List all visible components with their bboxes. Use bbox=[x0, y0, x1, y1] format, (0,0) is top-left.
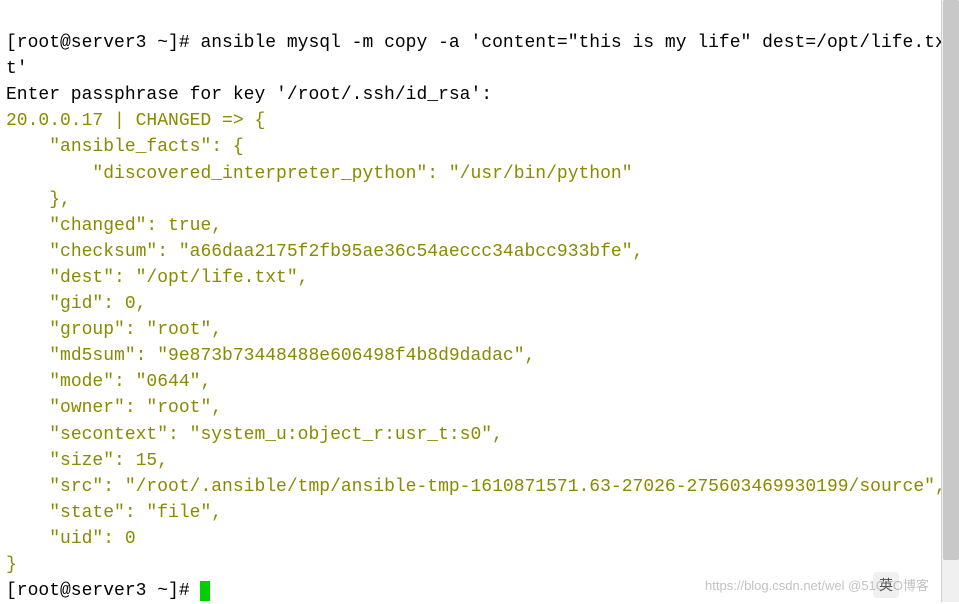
passphrase-prompt: Enter passphrase for key '/root/.ssh/id_… bbox=[6, 85, 492, 105]
output-line: "changed": true, bbox=[6, 216, 222, 236]
output-line: "src": "/root/.ansible/tmp/ansible-tmp-1… bbox=[6, 477, 946, 497]
output-line: "mode": "0644", bbox=[6, 372, 211, 392]
output-line: "ansible_facts": { bbox=[6, 137, 244, 157]
output-line: "state": "file", bbox=[6, 503, 222, 523]
close-brace: } bbox=[6, 555, 17, 575]
output-line: "md5sum": "9e873b73448488e606498f4b8d9da… bbox=[6, 346, 535, 366]
shell-prompt: [root@server3 ~]# bbox=[6, 33, 200, 53]
scrollbar[interactable] bbox=[941, 0, 959, 602]
output-line: "secontext": "system_u:object_r:usr_t:s0… bbox=[6, 425, 503, 445]
output-line: "group": "root", bbox=[6, 320, 222, 340]
output-line: "checksum": "a66daa2175f2fb95ae36c54aecc… bbox=[6, 242, 643, 262]
shell-prompt: [root@server3 ~]# bbox=[6, 581, 200, 601]
scroll-thumb[interactable] bbox=[943, 0, 959, 560]
output-line: "owner": "root", bbox=[6, 398, 222, 418]
output-line: "discovered_interpreter_python": "/usr/b… bbox=[6, 164, 633, 184]
cursor bbox=[200, 581, 210, 601]
output-line: }, bbox=[6, 190, 71, 210]
output-line: "uid": 0 bbox=[6, 529, 136, 549]
watermark-text: https://blog.csdn.net/wel @51CTO博客 bbox=[705, 577, 929, 596]
status-header: 20.0.0.17 | CHANGED => { bbox=[6, 111, 265, 131]
terminal-output[interactable]: [root@server3 ~]# ansible mysql -m copy … bbox=[6, 4, 953, 604]
output-line: "gid": 0, bbox=[6, 294, 146, 314]
output-line: "dest": "/opt/life.txt", bbox=[6, 268, 308, 288]
output-line: "size": 15, bbox=[6, 451, 168, 471]
